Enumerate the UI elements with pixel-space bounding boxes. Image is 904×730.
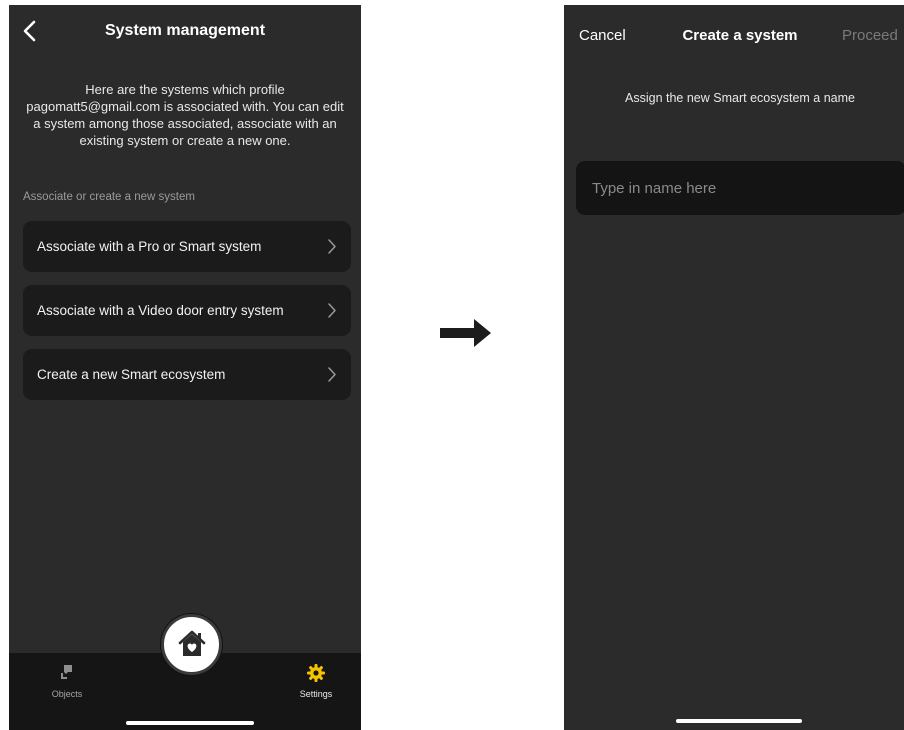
option-label: Create a new Smart ecosystem [37, 367, 226, 382]
chevron-right-icon [328, 303, 336, 318]
gear-icon [307, 664, 325, 682]
home-indicator [676, 719, 802, 723]
tab-label: Settings [299, 689, 333, 699]
associate-video-door-button[interactable]: Associate with a Video door entry system [23, 285, 351, 336]
arrow-right-icon [440, 319, 491, 347]
intro-text: Here are the systems which profile pagom… [26, 82, 344, 148]
tab-objects[interactable]: Objects [22, 653, 112, 730]
tab-label: Objects [51, 689, 83, 699]
option-label: Associate with a Pro or Smart system [37, 239, 262, 254]
system-management-screen: System management Here are the systems w… [9, 5, 361, 730]
option-label: Associate with a Video door entry system [37, 303, 284, 318]
tab-settings[interactable]: Settings [271, 653, 361, 730]
chevron-right-icon [328, 239, 336, 254]
proceed-button[interactable]: Proceed [842, 27, 898, 44]
page-title: System management [104, 22, 266, 39]
objects-icon [61, 665, 72, 679]
system-name-input[interactable] [576, 161, 904, 215]
chevron-right-icon [328, 367, 336, 382]
create-smart-ecosystem-button[interactable]: Create a new Smart ecosystem [23, 349, 351, 400]
associate-pro-smart-button[interactable]: Associate with a Pro or Smart system [23, 221, 351, 272]
section-label: Associate or create a new system [23, 191, 195, 203]
home-button[interactable] [161, 614, 222, 675]
instruction-text: Assign the new Smart ecosystem a name [625, 91, 855, 105]
home-heart-icon [178, 630, 206, 656]
create-system-screen: Cancel Create a system Proceed Assign th… [564, 5, 904, 730]
home-indicator [126, 721, 254, 725]
